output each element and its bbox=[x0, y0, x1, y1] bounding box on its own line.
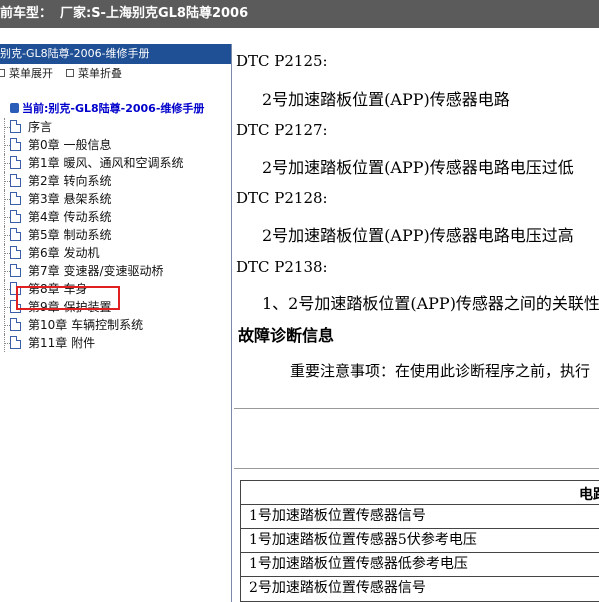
circuit-table: 电路 1号加速踏板位置传感器信号 1号加速踏板位置传感器5伏参考电压 1号加速踏… bbox=[240, 480, 599, 602]
topbar-gap bbox=[0, 28, 599, 44]
expand-icon bbox=[0, 69, 5, 77]
table-header-cell: 电路 bbox=[579, 487, 599, 503]
collapse-icon bbox=[66, 69, 74, 77]
document-icon bbox=[10, 228, 21, 241]
tree-item-label: 第2章 转向系统 bbox=[28, 174, 112, 188]
menu-collapse-button[interactable]: 菜单折叠 bbox=[66, 64, 122, 84]
table-header: 电路 bbox=[241, 481, 599, 505]
tree-item[interactable]: 第8章 车身 bbox=[0, 280, 231, 298]
document-icon bbox=[10, 156, 21, 169]
sidebar-toolbar: 菜单展开 菜单折叠 bbox=[0, 64, 231, 84]
document-icon bbox=[10, 120, 21, 133]
dtc-description: 1、2号加速踏板位置(APP)传感器之间的关联性 bbox=[262, 294, 599, 313]
document-icon bbox=[10, 318, 21, 331]
dtc-description: 2号加速踏板位置(APP)传感器电路电压过高 bbox=[262, 226, 574, 245]
document-icon bbox=[10, 264, 21, 277]
divider bbox=[234, 468, 599, 469]
chapter-tree: 当前:别克-GL8陆尊-2006-维修手册 序言第0章 一般信息第1章 暖风、通… bbox=[0, 100, 231, 352]
tree-item[interactable]: 第1章 暖风、通风和空调系统 bbox=[0, 154, 231, 172]
document-icon bbox=[10, 336, 21, 349]
important-notice: 重要注意事项：在使用此诊断程序之前，执行 bbox=[290, 362, 591, 380]
tree-item[interactable]: 第7章 变速器/变速驱动桥 bbox=[0, 262, 231, 280]
table-row: 1号加速踏板位置传感器低参考电压 bbox=[241, 553, 599, 577]
vehicle-label: 前车型： bbox=[0, 6, 53, 21]
table-row: 2号加速踏板位置传感器信号 bbox=[249, 580, 426, 596]
tree-item-label: 第1章 暖风、通风和空调系统 bbox=[28, 156, 184, 170]
section-heading: 故障诊断信息 bbox=[238, 326, 335, 345]
tree-item-label: 序言 bbox=[28, 120, 53, 134]
document-icon bbox=[10, 192, 21, 205]
tree-item-label: 第6章 发动机 bbox=[28, 246, 100, 260]
dtc-code: DTC P2128: bbox=[236, 189, 328, 207]
document-icon bbox=[10, 174, 21, 187]
tree-item-label: 第8章 车身 bbox=[28, 282, 88, 296]
document-icon bbox=[10, 138, 21, 151]
tree-item[interactable]: 第2章 转向系统 bbox=[0, 172, 231, 190]
tree-item-label: 第0章 一般信息 bbox=[28, 138, 112, 152]
tree-item[interactable]: 第3章 悬架系统 bbox=[0, 190, 231, 208]
table-row: 1号加速踏板位置传感器5伏参考电压 bbox=[241, 529, 599, 553]
tree-item[interactable]: 第6章 发动机 bbox=[0, 244, 231, 262]
document-icon bbox=[10, 246, 21, 259]
tree-root-label: 当前:别克-GL8陆尊-2006-维修手册 bbox=[22, 102, 205, 115]
tree-item-label: 第4章 传动系统 bbox=[28, 210, 112, 224]
document-icon bbox=[10, 210, 21, 223]
book-icon bbox=[10, 103, 19, 113]
dtc-description: 2号加速踏板位置(APP)传感器电路 bbox=[262, 90, 510, 109]
document-icon bbox=[10, 282, 21, 295]
content-pane: DTC P2125: 2号加速踏板位置(APP)传感器电路 DTC P2127:… bbox=[234, 44, 599, 602]
menu-expand-button[interactable]: 菜单展开 bbox=[0, 64, 53, 84]
tree-item[interactable]: 第11章 附件 bbox=[0, 334, 231, 352]
menu-collapse-label: 菜单折叠 bbox=[78, 67, 122, 80]
divider bbox=[234, 408, 599, 409]
tree-item[interactable]: 第5章 制动系统 bbox=[0, 226, 231, 244]
dtc-code: DTC P2125: bbox=[236, 52, 328, 70]
sidebar: 别克-GL8陆尊-2006-维修手册 菜单展开 菜单折叠 当前:别克-GL8陆尊… bbox=[0, 44, 232, 602]
tree-item[interactable]: 序言 bbox=[0, 118, 231, 136]
dtc-description: 2号加速踏板位置(APP)传感器电路电压过低 bbox=[262, 158, 574, 177]
tree-item[interactable]: 第4章 传动系统 bbox=[0, 208, 231, 226]
tree-item-label: 第9章 保护装置 bbox=[28, 300, 112, 314]
document-icon bbox=[10, 300, 21, 313]
dtc-code: DTC P2127: bbox=[236, 121, 328, 139]
table-row: 1号加速踏板位置传感器信号 bbox=[241, 505, 599, 529]
tree-item[interactable]: 第10章 车辆控制系统 bbox=[0, 316, 231, 334]
vehicle-value: 厂家:S-上海别克GL8陆尊2006 bbox=[60, 6, 249, 21]
tree-item[interactable]: 第0章 一般信息 bbox=[0, 136, 231, 154]
tree-item-label: 第10章 车辆控制系统 bbox=[28, 318, 144, 332]
tree-root[interactable]: 当前:别克-GL8陆尊-2006-维修手册 bbox=[0, 100, 231, 118]
tree-item-label: 第11章 附件 bbox=[28, 336, 96, 350]
vehicle-info-bar: 前车型： 厂家:S-上海别克GL8陆尊2006 bbox=[0, 0, 599, 28]
menu-expand-label: 菜单展开 bbox=[9, 67, 53, 80]
tree-item-label: 第3章 悬架系统 bbox=[28, 192, 112, 206]
tree-item-label: 第5章 制动系统 bbox=[28, 228, 112, 242]
dtc-code: DTC P2138: bbox=[236, 258, 328, 276]
tree-item-label: 第7章 变速器/变速驱动桥 bbox=[28, 264, 164, 278]
tree-item[interactable]: 第9章 保护装置 bbox=[0, 298, 231, 316]
sidebar-title: 别克-GL8陆尊-2006-维修手册 bbox=[0, 44, 231, 64]
